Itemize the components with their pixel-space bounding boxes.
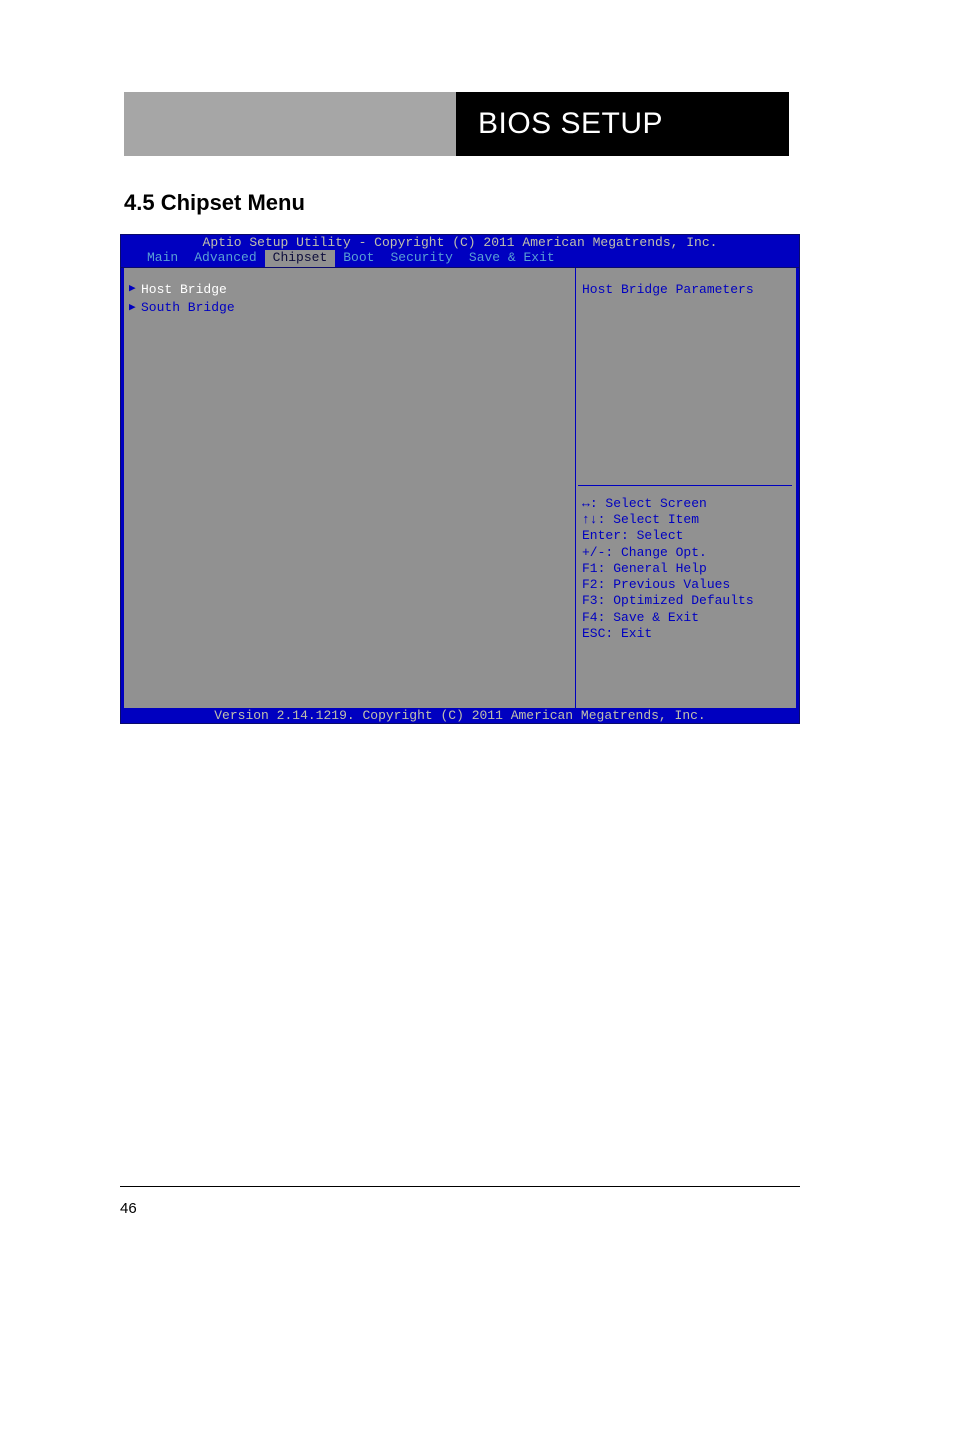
hint-select-item: ↑↓: Select Item	[582, 512, 788, 528]
menu-item-south-bridge[interactable]: ▶ South Bridge	[132, 300, 567, 316]
menu-item-label: Host Bridge	[141, 282, 227, 298]
bios-footer: Version 2.14.1219. Copyright (C) 2011 Am…	[121, 708, 799, 723]
hint-select-screen: ↔: Select Screen	[582, 496, 788, 512]
help-text: Host Bridge Parameters	[582, 282, 788, 298]
tab-main[interactable]: Main	[139, 250, 186, 266]
nav-separator	[578, 485, 792, 486]
hint-change-opt: +/-: Change Opt.	[582, 545, 788, 561]
doc-header-black: BIOS SETUP	[456, 92, 789, 156]
page-number: 46	[120, 1200, 137, 1217]
doc-header: BIOS SETUP	[124, 92, 789, 156]
bios-right-pane: Host Bridge Parameters ↔: Select Screen …	[576, 268, 799, 708]
tab-security[interactable]: Security	[382, 250, 460, 266]
tab-boot[interactable]: Boot	[335, 250, 382, 266]
menu-item-label: South Bridge	[141, 300, 235, 316]
bios-body: ▶ Host Bridge ▶ South Bridge Host Bridge…	[121, 267, 799, 708]
hint-f2: F2: Previous Values	[582, 577, 788, 593]
bios-left-pane: ▶ Host Bridge ▶ South Bridge	[121, 268, 576, 708]
hint-enter: Enter: Select	[582, 528, 788, 544]
triangle-icon: ▶	[129, 302, 141, 316]
hint-f4: F4: Save & Exit	[582, 610, 788, 626]
bios-title: Aptio Setup Utility - Copyright (C) 2011…	[121, 235, 799, 250]
bios-screenshot: Aptio Setup Utility - Copyright (C) 2011…	[120, 234, 800, 724]
triangle-icon: ▶	[129, 283, 141, 297]
menu-item-host-bridge[interactable]: ▶ Host Bridge	[132, 282, 567, 298]
tab-chipset[interactable]: Chipset	[265, 250, 336, 266]
tab-save-exit[interactable]: Save & Exit	[461, 250, 563, 266]
bios-tab-row: Main Advanced Chipset Boot Security Save…	[121, 250, 799, 267]
page-footer-rule	[120, 1186, 800, 1187]
doc-header-gray	[124, 92, 456, 156]
hint-f3: F3: Optimized Defaults	[582, 593, 788, 609]
hint-esc: ESC: Exit	[582, 626, 788, 642]
spacer	[582, 298, 788, 485]
nav-hints: ↔: Select Screen ↑↓: Select Item Enter: …	[582, 496, 788, 700]
tab-advanced[interactable]: Advanced	[186, 250, 264, 266]
section-heading: 4.5 Chipset Menu	[124, 190, 305, 216]
hint-f1: F1: General Help	[582, 561, 788, 577]
